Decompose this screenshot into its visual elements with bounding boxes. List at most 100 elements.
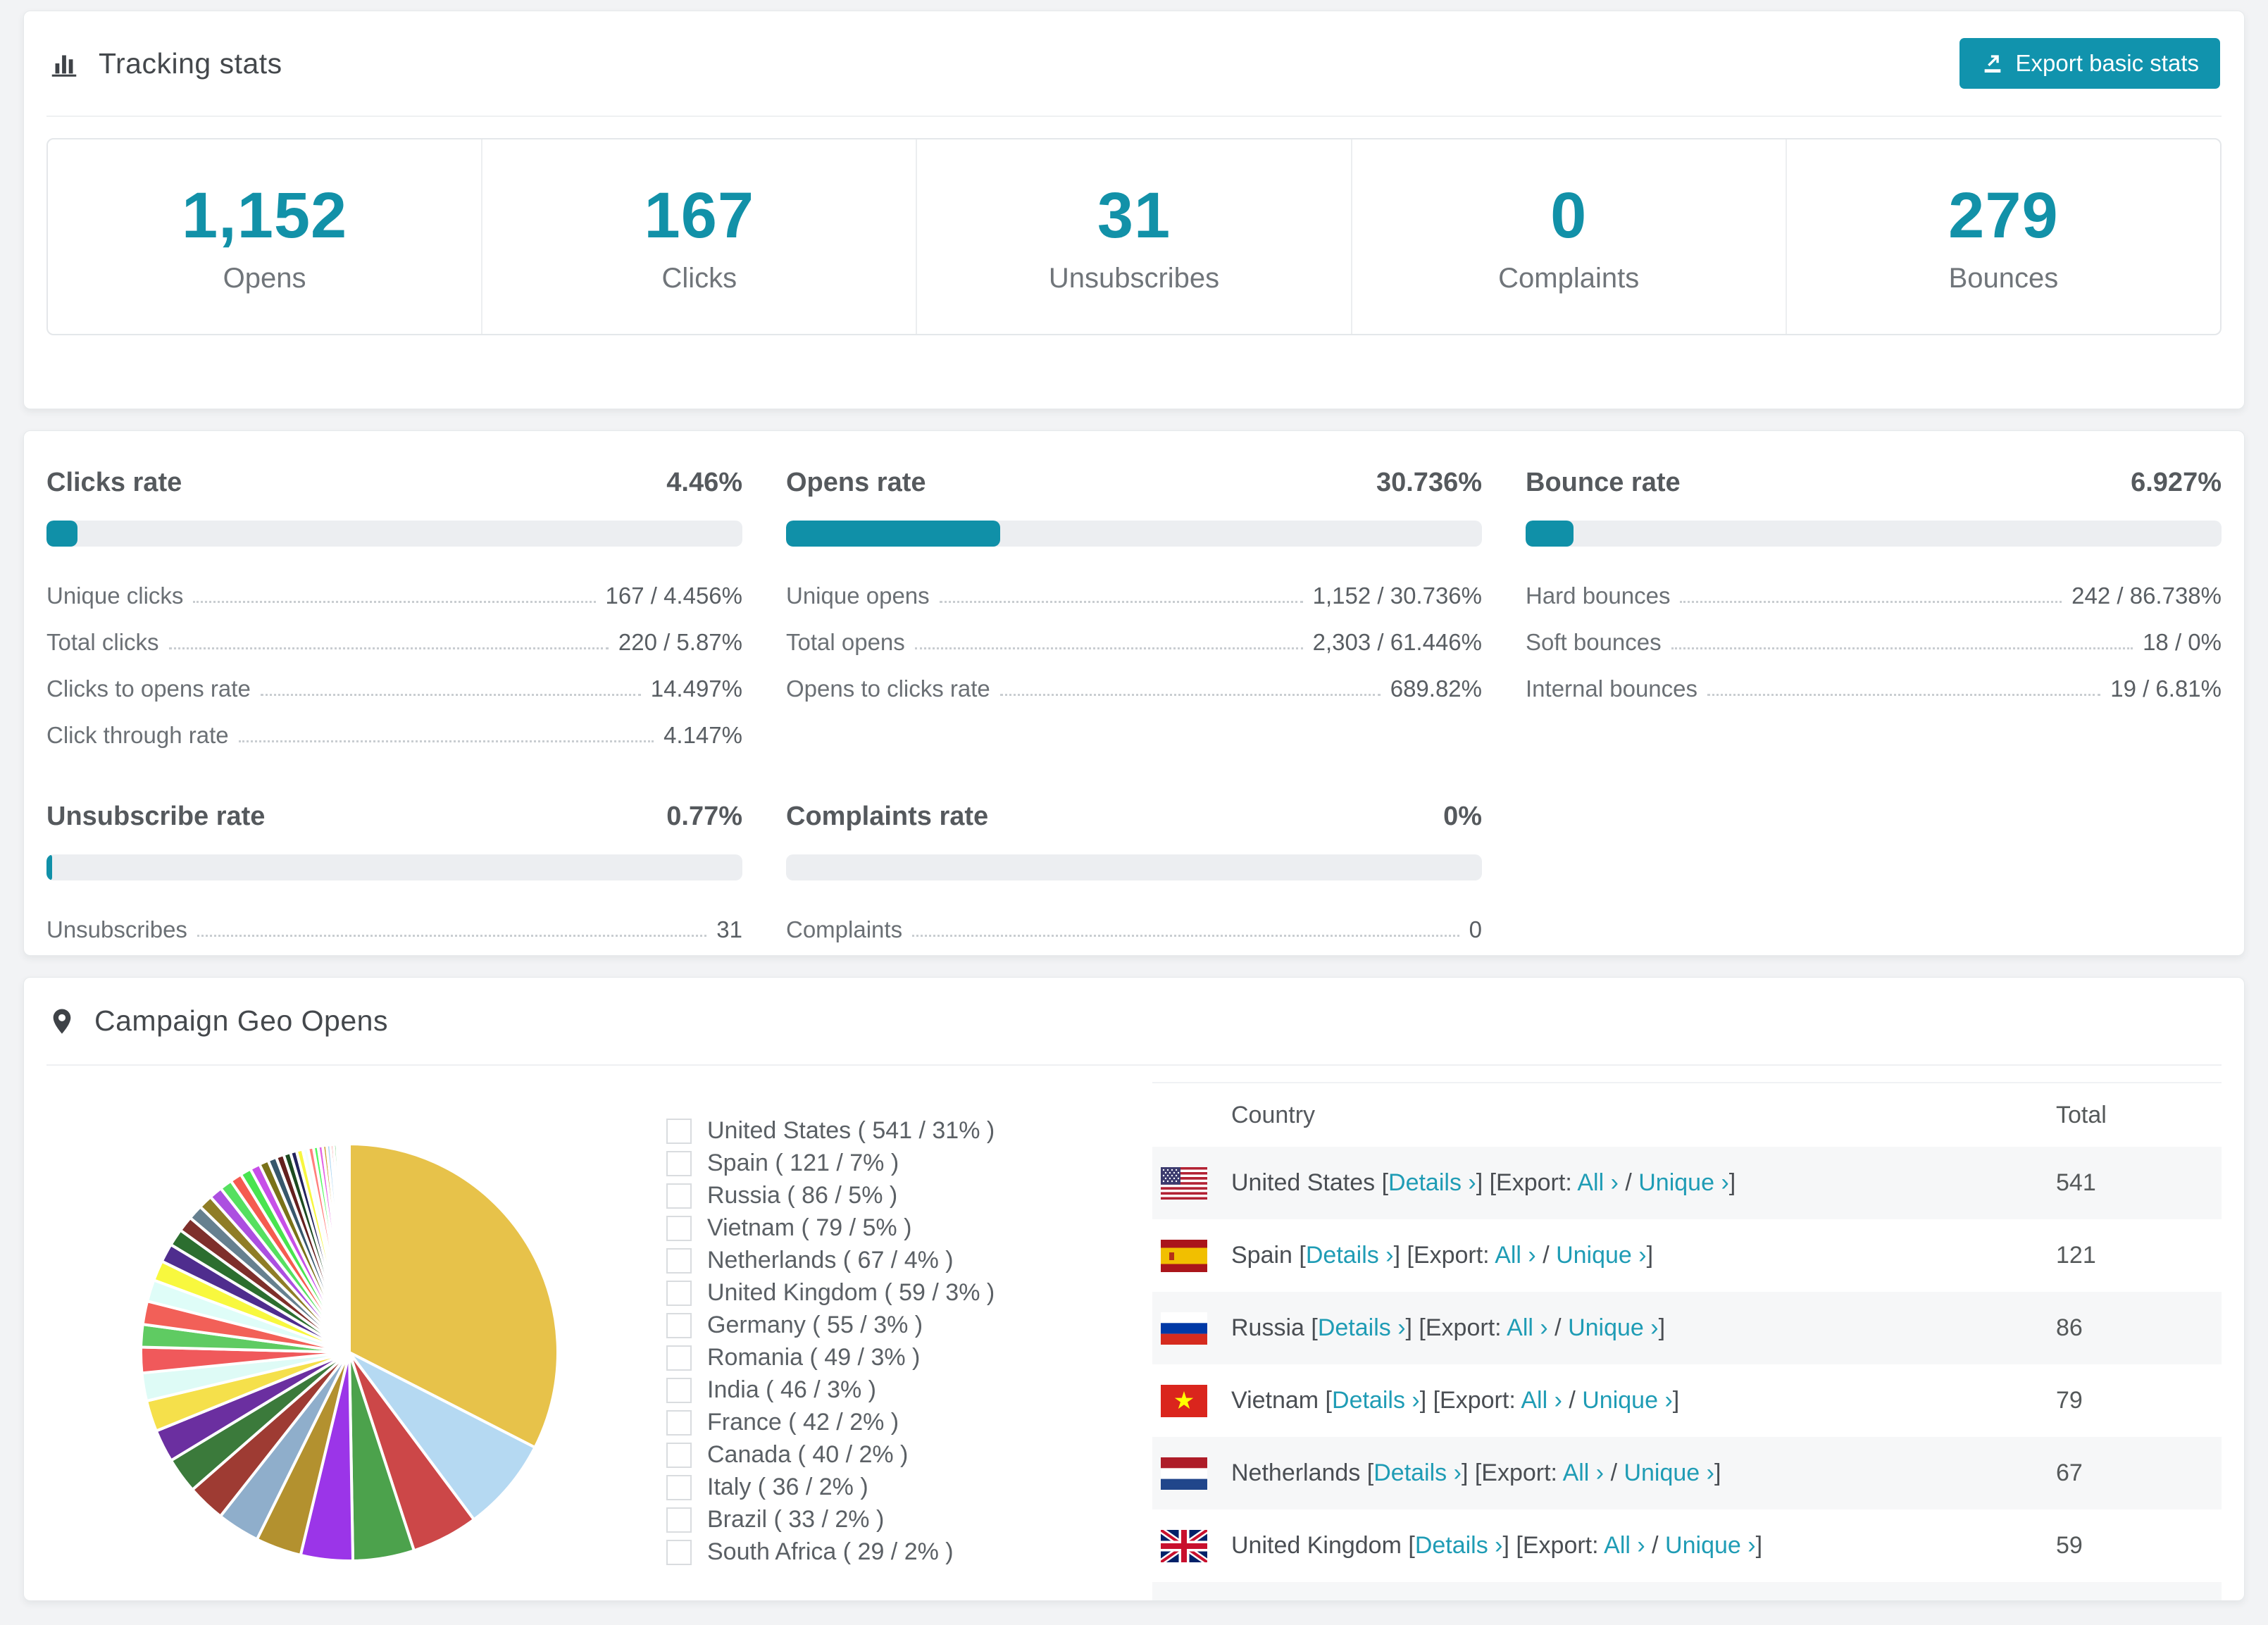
export-unique-link[interactable]: Unique › [1582,1387,1673,1414]
export-all-link[interactable]: All › [1563,1459,1605,1486]
rate-row-label: Complaints [786,916,903,942]
rate-row: Hard bounces 242 / 86.738% [1526,572,2222,618]
country-row-text: United States [Details ›] [Export: All ›… [1231,1169,1736,1197]
details-link[interactable]: Details › [1332,1387,1420,1414]
rate-rows: Hard bounces 242 / 86.738% Soft bounces 18 … [1526,572,2222,711]
export-basic-stats-button[interactable]: Export basic stats [1959,38,2220,89]
legend-label: Russia ( 86 / 5% ) [707,1182,898,1209]
dotted-leader [1680,601,2062,603]
legend-item-netherlands[interactable]: Netherlands ( 67 / 4% ) [666,1247,1152,1274]
legend-label: United States ( 541 / 31% ) [707,1117,995,1144]
bracket-text: ] [Export: [1393,1242,1495,1269]
rate-row-label: Unsubscribes [46,916,187,942]
progress-bar [786,521,1482,547]
export-all-link[interactable]: All › [1507,1314,1548,1341]
map-pin-icon [53,1009,71,1033]
rate-value: 0% [1443,802,1482,831]
rate-row-label: Unique opens [786,583,930,609]
legend-swatch [666,1312,692,1338]
export-all-link[interactable]: All › [1604,1532,1645,1559]
export-all-link[interactable]: All › [1521,1387,1562,1414]
stat-cell-complaints: 0 Complaints [1352,139,1787,334]
details-link[interactable]: Details › [1306,1242,1394,1269]
legend-label: United Kingdom ( 59 / 3% ) [707,1279,995,1306]
legend-item-spain[interactable]: Spain ( 121 / 7% ) [666,1150,1152,1177]
bracket-text: ] [1672,1387,1680,1414]
dotted-leader [193,601,596,603]
rate-row: Complaints 0 [786,906,1482,952]
legend-swatch [666,1150,692,1176]
country-row-text: Russia [Details ›] [Export: All › / Uniq… [1231,1314,1665,1342]
rate-row: Total opens 2,303 / 61.446% [786,618,1482,665]
dotted-leader [912,935,1459,937]
rate-row-label: Total opens [786,629,905,655]
legend-swatch [666,1345,692,1371]
rate-row: Unsubscribes 31 [46,906,742,952]
stat-value: 279 [1948,180,2059,251]
rate-row: Clicks to opens rate 14.497% [46,665,742,711]
bracket-text: ] [Export: [1405,1314,1507,1341]
legend-item-india[interactable]: India ( 46 / 3% ) [666,1376,1152,1404]
table-row-us: United States [Details ›] [Export: All ›… [1152,1147,2222,1219]
stat-cell-opens: 1,152 Opens [48,139,483,334]
rate-row-value: 14.497% [650,675,742,702]
slash-text: / [1547,1314,1569,1341]
rate-row: Click through rate 4.147% [46,711,742,758]
legend-item-germany[interactable]: Germany ( 55 / 3% ) [666,1312,1152,1339]
legend-item-brazil[interactable]: Brazil ( 33 / 2% ) [666,1506,1152,1533]
export-unique-link[interactable]: Unique › [1638,1169,1729,1196]
legend-item-united-kingdom[interactable]: United Kingdom ( 59 / 3% ) [666,1279,1152,1307]
progress-bar-fill [46,854,52,880]
country-name: Netherlands [ [1231,1459,1374,1486]
country-name: Spain [ [1231,1242,1306,1269]
slash-text: / [1645,1532,1666,1559]
export-unique-link[interactable]: Unique › [1665,1532,1756,1559]
legend-item-italy[interactable]: Italy ( 36 / 2% ) [666,1474,1152,1501]
rate-row-value: 4.147% [663,722,742,748]
legend-item-france[interactable]: France ( 42 / 2% ) [666,1409,1152,1436]
column-header-total: Total [2056,1101,2107,1128]
details-link[interactable]: Details › [1318,1314,1406,1341]
bracket-text: ] [1755,1532,1763,1559]
legend-item-united-states[interactable]: United States ( 541 / 31% ) [666,1117,1152,1145]
rate-row-label: Click through rate [46,722,229,748]
geo-pie-chart [46,1082,666,1600]
legend-item-south-africa[interactable]: South Africa ( 29 / 2% ) [666,1538,1152,1566]
geo-header: Campaign Geo Opens [46,978,2222,1066]
export-unique-link[interactable]: Unique › [1556,1242,1647,1269]
dotted-leader [1707,694,2101,696]
country-cell: United States [Details ›] [Export: All ›… [1152,1166,2056,1200]
bracket-text: ] [Export: [1419,1387,1521,1414]
dotted-leader [168,647,609,649]
table-row-ru: Russia [Details ›] [Export: All › / Uniq… [1152,1292,2222,1364]
legend-label: Spain ( 121 / 7% ) [707,1150,899,1176]
dotted-leader [1671,647,2133,649]
export-unique-link[interactable]: Unique › [1624,1459,1714,1486]
dotted-leader [238,740,654,742]
legend-label: Italy ( 36 / 2% ) [707,1474,868,1500]
details-link[interactable]: Details › [1415,1532,1503,1559]
progress-bar-fill [786,521,1000,547]
progress-bar [46,521,742,547]
legend-swatch [666,1409,692,1436]
country-cell: Russia [Details ›] [Export: All › / Uniq… [1152,1312,2056,1345]
export-all-link[interactable]: All › [1495,1242,1536,1269]
total-cell: 79 [2056,1387,2083,1414]
flag-icon-gb [1161,1529,1207,1562]
details-link[interactable]: Details › [1388,1169,1476,1196]
bracket-text: ] [Export: [1502,1532,1605,1559]
details-link[interactable]: Details › [1373,1459,1462,1486]
legend-item-canada[interactable]: Canada ( 40 / 2% ) [666,1441,1152,1469]
legend-item-vietnam[interactable]: Vietnam ( 79 / 5% ) [666,1214,1152,1242]
export-all-link[interactable]: All › [1577,1169,1619,1196]
bracket-text: ] [1714,1459,1721,1486]
rate-rows: Unique clicks 167 / 4.456% Total clicks 220… [46,572,742,758]
legend-item-russia[interactable]: Russia ( 86 / 5% ) [666,1182,1152,1209]
total-cell: 121 [2056,1242,2096,1269]
legend-item-romania[interactable]: Romania ( 49 / 3% ) [666,1344,1152,1371]
stat-label: Bounces [1948,263,2059,294]
country-row-text: Vietnam [Details ›] [Export: All › / Uni… [1231,1387,1679,1414]
export-unique-link[interactable]: Unique › [1568,1314,1659,1341]
rate-value: 4.46% [666,468,742,497]
rate-row-value: 2,303 / 61.446% [1312,629,1482,655]
